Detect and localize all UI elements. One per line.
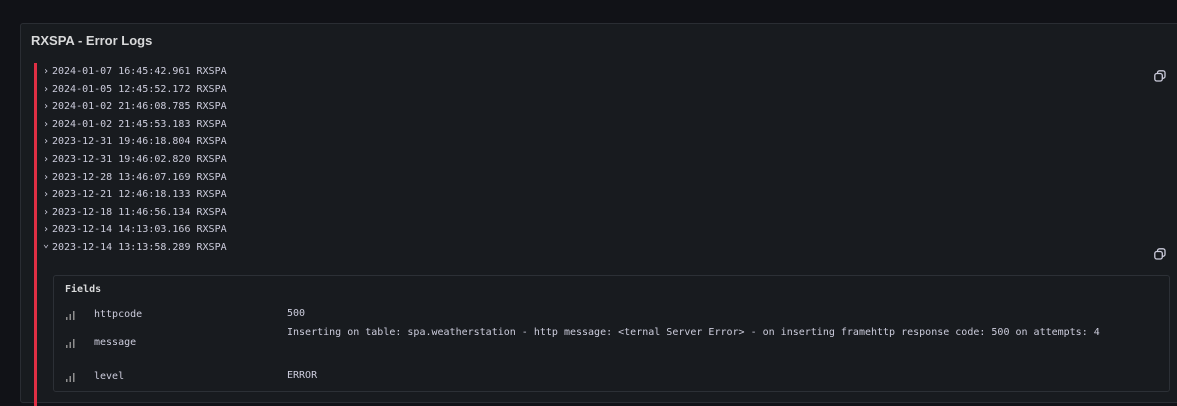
log-row[interactable]: › 2023-12-31 19:46:18.804 RXSPA	[34, 133, 227, 151]
panel-title: RXSPA - Error Logs	[31, 33, 153, 48]
log-timestamp: 2023-12-14 13:13:58.289	[52, 241, 191, 253]
log-label: RXSPA	[196, 101, 227, 113]
field-name: httpcode	[94, 309, 143, 320]
log-timestamp: 2024-01-05 12:45:52.172	[52, 83, 191, 95]
log-row[interactable]: › 2024-01-05 12:45:52.172 RXSPA	[34, 80, 227, 99]
log-rows: › 2024-01-07 16:45:42.961 RXSPA › 2024-01-0…	[34, 63, 227, 257]
log-row[interactable]: › 2023-12-14 14:13:03.166 RXSPA	[34, 221, 227, 239]
chevron-right-icon[interactable]: ›	[43, 151, 52, 169]
log-label: RXSPA	[196, 241, 227, 253]
expanded-level-bar	[34, 256, 37, 406]
chevron-right-icon[interactable]: ›	[43, 116, 52, 134]
log-timestamp: 2024-01-02 21:45:53.183	[52, 118, 191, 130]
chevron-down-icon[interactable]: ⌄	[43, 236, 52, 254]
log-label: RXSPA	[196, 224, 227, 236]
chevron-right-icon[interactable]: ›	[43, 98, 52, 116]
log-label: RXSPA	[196, 118, 227, 130]
log-label: RXSPA	[196, 153, 227, 165]
log-timestamp: 2023-12-21 12:46:18.133	[52, 189, 191, 201]
log-row[interactable]: ⌄ 2023-12-14 13:13:58.289 RXSPA	[34, 236, 227, 257]
chevron-right-icon[interactable]: ›	[43, 186, 52, 204]
field-name: message	[94, 337, 137, 348]
chevron-right-icon[interactable]: ›	[43, 63, 52, 81]
log-row[interactable]: › 2023-12-31 19:46:02.820 RXSPA	[34, 150, 227, 169]
log-label: RXSPA	[196, 136, 227, 148]
log-label: RXSPA	[196, 189, 227, 201]
log-row[interactable]: › 2024-01-07 16:45:42.961 RXSPA	[34, 63, 227, 81]
log-row[interactable]: › 2024-01-02 21:45:53.183 RXSPA	[34, 115, 227, 134]
log-row[interactable]: › 2024-01-02 21:46:08.785 RXSPA	[34, 98, 227, 116]
field-name: level	[94, 371, 125, 382]
log-timestamp: 2023-12-18 11:46:56.134	[52, 206, 191, 218]
chevron-right-icon[interactable]: ›	[43, 204, 52, 222]
fields-heading: Fields	[65, 284, 102, 295]
error-logs-panel: RXSPA - Error Logs › 2024-01-07 16:45:42.…	[20, 23, 1177, 406]
chevron-right-icon[interactable]: ›	[43, 169, 52, 187]
log-label: RXSPA	[196, 83, 227, 95]
log-label: RXSPA	[196, 171, 227, 183]
copy-icon[interactable]	[1151, 245, 1169, 263]
log-row[interactable]: › 2023-12-21 12:46:18.133 RXSPA	[34, 186, 227, 204]
log-timestamp: 2024-01-07 16:45:42.961	[52, 66, 191, 77]
bar-chart-icon[interactable]	[66, 373, 78, 383]
log-timestamp: 2023-12-31 19:46:18.804	[52, 136, 191, 148]
bar-chart-icon[interactable]	[66, 311, 78, 321]
log-row[interactable]: › 2023-12-18 11:46:56.134 RXSPA	[34, 203, 227, 222]
field-value: Inserting on table: spa.weatherstation -…	[287, 327, 1100, 338]
log-timestamp: 2023-12-14 14:13:03.166	[52, 224, 191, 236]
chevron-right-icon[interactable]: ›	[43, 133, 52, 151]
log-row[interactable]: › 2023-12-28 13:46:07.169 RXSPA	[34, 168, 227, 187]
field-value: ERROR	[287, 370, 318, 381]
copy-icon[interactable]	[1151, 67, 1169, 85]
log-timestamp: 2023-12-31 19:46:02.820	[52, 153, 191, 165]
log-timestamp: 2024-01-02 21:46:08.785	[52, 101, 191, 113]
log-label: RXSPA	[196, 206, 227, 218]
bar-chart-icon[interactable]	[66, 339, 78, 349]
chevron-right-icon[interactable]: ›	[43, 81, 52, 99]
log-details-fields: Fields httpcode 500 message Inserting on…	[53, 275, 1170, 392]
field-value: 500	[287, 308, 306, 319]
log-label: RXSPA	[196, 66, 227, 77]
log-timestamp: 2023-12-28 13:46:07.169	[52, 171, 191, 183]
